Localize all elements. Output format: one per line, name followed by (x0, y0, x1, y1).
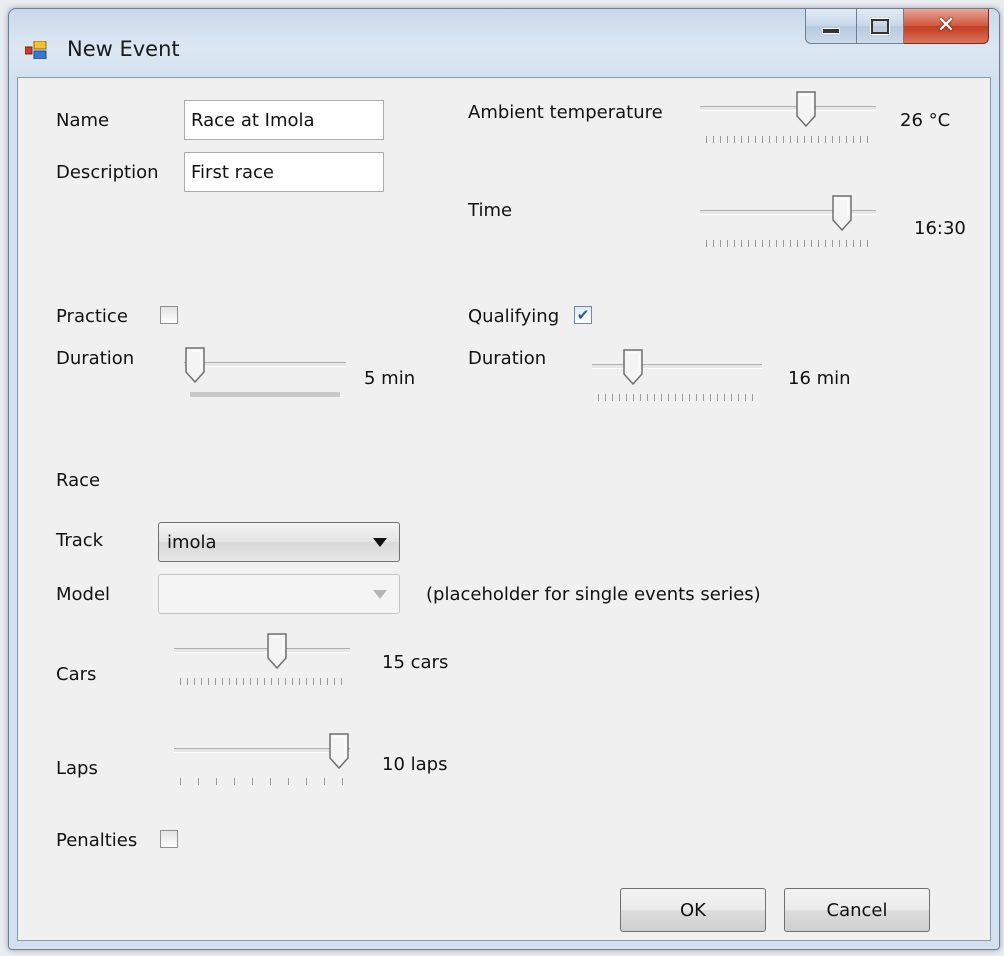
slider-thumb[interactable] (328, 732, 350, 770)
slider-ticks (706, 240, 870, 247)
dialog-client-area: Name Description Ambient temperature 26 … (17, 77, 991, 941)
slider-track (174, 748, 350, 753)
minimize-icon (822, 28, 840, 34)
window-controls: ✕ (805, 9, 989, 45)
laps-label: Laps (56, 758, 98, 779)
window-title: New Event (67, 37, 180, 61)
ambient-temperature-value: 26 °C (900, 110, 951, 131)
qualifying-duration-label: Duration (468, 348, 547, 369)
qualifying-checkbox[interactable]: ✔ (574, 306, 592, 324)
new-event-window: New Event ✕ Name Description Ambient tem… (8, 8, 1000, 950)
chevron-down-icon (373, 590, 387, 599)
name-input[interactable] (184, 100, 384, 140)
model-note: (placeholder for single events series) (426, 584, 761, 605)
cars-label: Cars (56, 664, 97, 685)
ambient-temperature-label: Ambient temperature (468, 102, 663, 123)
description-input[interactable] (184, 152, 384, 192)
slider-thumb[interactable] (831, 194, 853, 232)
track-dropdown[interactable]: imola (158, 522, 400, 562)
model-label: Model (56, 584, 111, 605)
slider-ticks (598, 394, 756, 401)
description-label: Description (56, 162, 159, 183)
slider-ticks (180, 778, 344, 785)
name-label: Name (56, 110, 110, 131)
maximize-button[interactable] (857, 9, 904, 44)
slider-track (174, 648, 350, 653)
qualifying-duration-value: 16 min (788, 368, 851, 389)
slider-track (700, 106, 876, 111)
practice-duration-value: 5 min (364, 368, 416, 389)
time-value: 16:30 (914, 218, 966, 239)
cars-slider[interactable] (174, 633, 350, 688)
penalties-label: Penalties (56, 830, 138, 851)
app-icon (25, 41, 47, 59)
practice-checkbox[interactable]: ✔ (160, 306, 178, 324)
practice-duration-slider[interactable] (184, 347, 346, 402)
slider-track (592, 364, 762, 369)
laps-value: 10 laps (382, 754, 448, 775)
slider-thumb[interactable] (622, 348, 644, 386)
slider-thumb[interactable] (795, 90, 817, 128)
time-label: Time (468, 200, 513, 221)
minimize-button[interactable] (805, 9, 857, 44)
check-icon: ✔ (576, 305, 590, 324)
ok-button[interactable]: OK (620, 888, 766, 932)
track-selected-value: imola (167, 532, 217, 553)
laps-slider[interactable] (174, 733, 350, 788)
slider-ticks (180, 678, 344, 685)
practice-duration-label: Duration (56, 348, 135, 369)
race-heading: Race (56, 470, 101, 491)
cancel-button[interactable]: Cancel (784, 888, 930, 932)
practice-label: Practice (56, 306, 128, 327)
slider-ticks (190, 392, 340, 397)
ambient-temperature-slider[interactable] (700, 91, 876, 146)
time-slider[interactable] (700, 195, 876, 250)
slider-track (184, 362, 346, 367)
penalties-checkbox[interactable]: ✔ (160, 830, 178, 848)
maximize-icon (870, 17, 890, 35)
slider-thumb[interactable] (184, 346, 206, 384)
qualifying-duration-slider[interactable] (592, 349, 762, 404)
track-label: Track (56, 530, 104, 551)
slider-ticks (706, 136, 870, 143)
title-bar[interactable]: New Event ✕ (9, 9, 999, 77)
model-dropdown (158, 574, 400, 614)
cars-value: 15 cars (382, 652, 449, 673)
close-icon: ✕ (936, 13, 956, 38)
chevron-down-icon[interactable] (373, 538, 387, 547)
slider-thumb[interactable] (266, 632, 288, 670)
close-button[interactable]: ✕ (904, 9, 989, 44)
qualifying-label: Qualifying (468, 306, 560, 327)
